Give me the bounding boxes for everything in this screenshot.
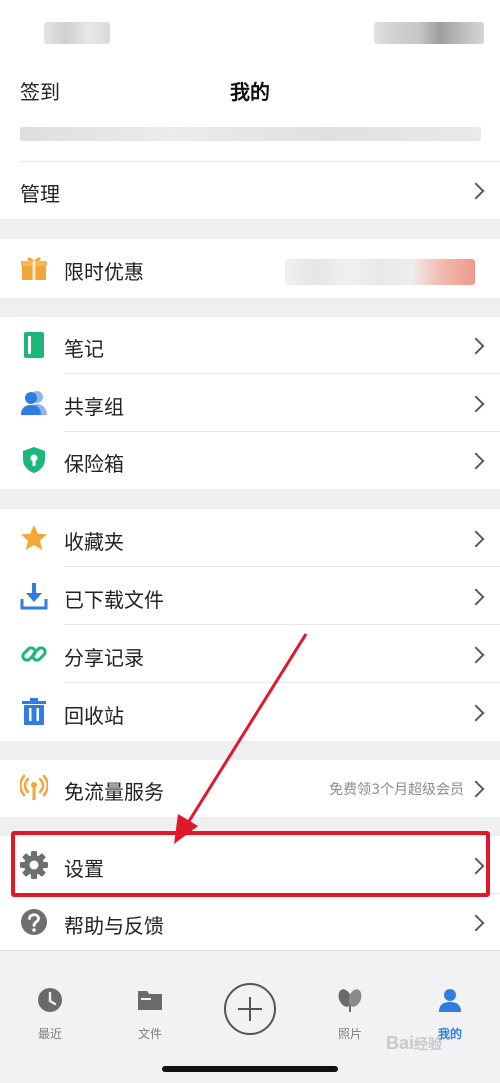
recycle-label: 回收站	[64, 704, 124, 728]
status-bar	[0, 0, 500, 64]
tab-label: 文件	[137, 1027, 162, 1041]
promo-row[interactable]: 限时优惠	[0, 239, 500, 298]
share-history-row[interactable]: 分享记录	[0, 625, 500, 683]
watermark-brand: Bai	[386, 1033, 415, 1053]
home-indicator	[162, 1066, 338, 1072]
signal-icon	[20, 774, 48, 800]
share-group-row[interactable]: 共享组	[0, 374, 500, 432]
share-group-label: 共享组	[64, 395, 124, 419]
settings-label: 设置	[64, 857, 104, 881]
downloads-label: 已下载文件	[64, 588, 164, 612]
nav-bar: 签到 我的	[0, 64, 500, 116]
shield-icon	[23, 447, 45, 473]
download-icon	[20, 583, 48, 610]
vault-row[interactable]: 保险箱	[0, 432, 500, 489]
vault-label: 保险箱	[64, 452, 124, 476]
help-row[interactable]: 帮助与反馈	[0, 894, 500, 951]
share-history-label: 分享记录	[64, 646, 144, 670]
chevron-right-icon	[467, 588, 485, 606]
add-button[interactable]	[224, 983, 276, 1035]
chevron-right-icon	[467, 914, 485, 932]
chevron-right-icon	[467, 337, 485, 355]
recycle-row[interactable]: 回收站	[0, 683, 500, 741]
bottom-tab-bar: 最近 文件 照片 我的 Bai经验	[0, 950, 500, 1083]
favorites-row[interactable]: 收藏夹	[0, 509, 500, 567]
chevron-right-icon	[467, 182, 485, 200]
link-icon	[21, 646, 47, 662]
chevron-right-icon	[467, 857, 485, 875]
chevron-right-icon	[467, 646, 485, 664]
chevron-right-icon	[467, 704, 485, 722]
profile-card[interactable]	[0, 116, 500, 162]
tab-label: 最近	[37, 1027, 62, 1041]
folder-icon	[138, 991, 162, 1010]
status-time-blurred	[44, 22, 110, 44]
gift-icon	[21, 257, 47, 280]
manage-row[interactable]: 管理	[0, 162, 500, 219]
status-icons-blurred	[374, 22, 484, 44]
free-traffic-row[interactable]: 免流量服务 免费领3个月超级会员	[0, 760, 500, 817]
note-icon	[24, 332, 44, 358]
question-icon	[21, 909, 47, 935]
downloads-row[interactable]: 已下载文件	[0, 567, 500, 625]
watermark: Bai经验	[386, 1033, 442, 1054]
chevron-right-icon	[467, 780, 485, 798]
favorites-label: 收藏夹	[64, 530, 124, 554]
watermark-suffix: 经验	[414, 1036, 443, 1052]
free-traffic-promo-text: 免费领3个月超级会员	[329, 782, 464, 798]
photos-icon	[338, 989, 362, 1012]
gear-icon	[20, 851, 48, 879]
trash-icon	[22, 698, 46, 725]
person-icon	[439, 989, 461, 1012]
clock-icon	[38, 988, 62, 1012]
notes-label: 笔记	[64, 337, 104, 361]
free-traffic-label: 免流量服务	[64, 780, 164, 804]
chevron-right-icon	[467, 452, 485, 470]
help-label: 帮助与反馈	[64, 914, 164, 938]
group-icon	[21, 391, 47, 415]
page-title: 我的	[230, 80, 270, 104]
chevron-right-icon	[467, 395, 485, 413]
settings-row[interactable]: 设置	[0, 836, 500, 894]
tab-label: 照片	[337, 1027, 362, 1041]
chevron-right-icon	[467, 530, 485, 548]
profile-info-blurred	[20, 127, 481, 141]
notes-row[interactable]: 笔记	[0, 317, 500, 374]
manage-label: 管理	[20, 182, 60, 206]
promo-label: 限时优惠	[64, 260, 144, 284]
star-icon	[21, 525, 47, 550]
promo-detail-blurred	[285, 259, 475, 285]
